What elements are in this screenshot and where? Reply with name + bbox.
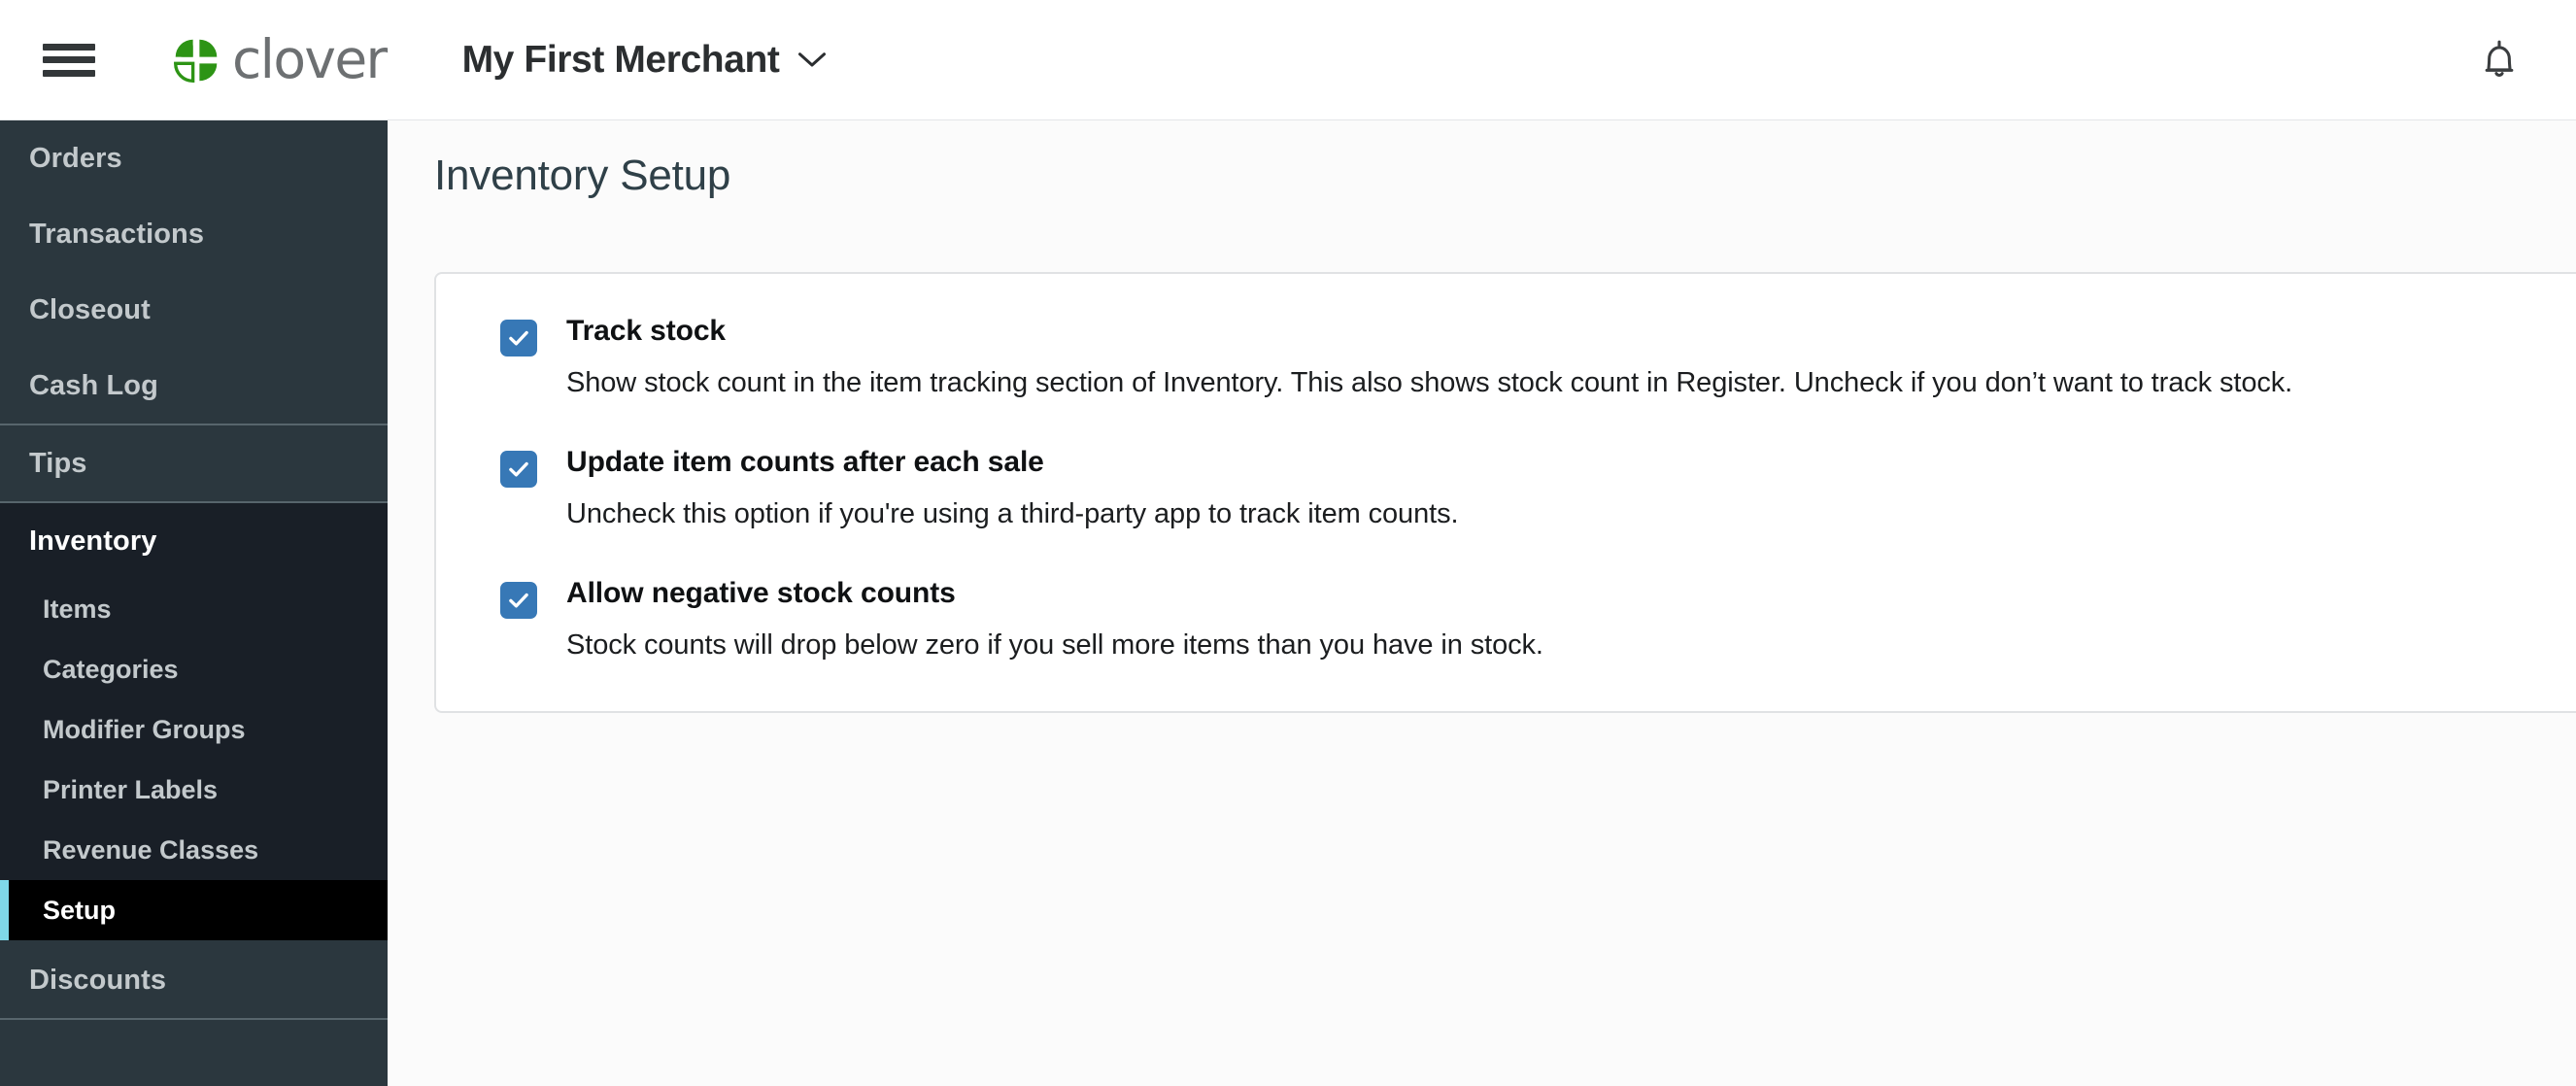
hamburger-menu-icon[interactable] — [43, 38, 99, 83]
hamburger-bar-2 — [43, 56, 95, 63]
sidebar-item-modifier-groups[interactable]: Modifier Groups — [0, 699, 388, 760]
sidebar-item-setup[interactable]: Setup — [0, 880, 388, 940]
sidebar-item-categories[interactable]: Categories — [0, 639, 388, 699]
sidebar-subitem-label: Revenue Classes — [43, 834, 259, 865]
checkmark-icon — [509, 330, 528, 346]
page-title: Inventory Setup — [434, 152, 731, 199]
setting-row-allow-negative-stock: Allow negative stock counts Stock counts… — [436, 575, 2576, 663]
sidebar-subitem-label: Printer Labels — [43, 774, 219, 804]
sidebar-item-label: Orders — [29, 142, 122, 174]
checkbox-update-item-counts[interactable] — [500, 451, 537, 489]
setting-row-track-stock: Track stock Show stock count in the item… — [436, 313, 2576, 401]
sidebar-item-cash-log[interactable]: Cash Log — [0, 348, 388, 424]
sidebar-subitem-label: Setup — [43, 895, 117, 925]
setting-text: Update item counts after each sale Unche… — [566, 444, 1459, 532]
sidebar-item-label: Inventory — [29, 525, 157, 557]
inventory-settings-card: Track stock Show stock count in the item… — [434, 272, 2576, 713]
setting-label: Update item counts after each sale — [566, 446, 1044, 479]
sidebar-subitem-label: Modifier Groups — [43, 714, 246, 744]
setting-description: Show stock count in the item tracking se… — [566, 366, 2293, 398]
merchant-name: My First Merchant — [461, 38, 780, 81]
sidebar-item-orders[interactable]: Orders — [0, 120, 388, 196]
sidebar-item-revenue-classes[interactable]: Revenue Classes — [0, 820, 388, 880]
sidebar-item-printer-labels[interactable]: Printer Labels — [0, 760, 388, 820]
merchant-switcher[interactable]: My First Merchant — [462, 39, 827, 82]
top-navigation-bar: clover My First Merchant — [0, 0, 2576, 120]
setting-text: Allow negative stock counts Stock counts… — [566, 575, 1543, 663]
checkbox-allow-negative-stock[interactable] — [500, 582, 537, 620]
setting-label: Track stock — [566, 315, 727, 347]
hamburger-bar-1 — [43, 43, 95, 51]
sidebar-group-inventory: Inventory Items Categories Modifier Grou… — [0, 503, 388, 942]
hamburger-bar-3 — [43, 69, 95, 77]
setting-row-update-item-counts: Update item counts after each sale Unche… — [436, 444, 2576, 532]
clover-brand-logo[interactable]: clover — [169, 28, 388, 90]
bell-icon[interactable] — [2473, 34, 2525, 86]
chevron-down-icon — [797, 51, 826, 66]
sidebar-item-label: Discounts — [29, 964, 167, 996]
bell-glyph — [2485, 40, 2514, 77]
setting-text: Track stock Show stock count in the item… — [566, 313, 2292, 401]
setting-description: Uncheck this option if you're using a th… — [566, 497, 1459, 529]
checkbox-track-stock[interactable] — [500, 320, 537, 356]
setting-label: Allow negative stock counts — [566, 577, 956, 610]
sidebar-group-tips: Tips — [0, 425, 388, 503]
sidebar-item-label: Closeout — [29, 293, 151, 325]
sidebar-subitem-label: Categories — [43, 654, 179, 684]
sidebar-item-inventory[interactable]: Inventory — [0, 503, 388, 579]
sidebar-group-primary: Orders Transactions Closeout Cash Log — [0, 120, 388, 425]
main-content-area: Inventory Setup Track stock Show stock c… — [388, 120, 2576, 1086]
clover-leaf-icon — [174, 39, 218, 83]
sidebar-item-label: Cash Log — [29, 369, 158, 401]
clover-wordmark: clover — [232, 28, 388, 90]
sidebar-item-transactions[interactable]: Transactions — [0, 196, 388, 272]
checkmark-icon — [509, 594, 528, 608]
checkmark-icon — [509, 461, 528, 477]
sidebar-item-tips[interactable]: Tips — [0, 425, 388, 501]
sidebar-item-closeout[interactable]: Closeout — [0, 272, 388, 348]
sidebar-subitem-label: Items — [43, 594, 112, 624]
sidebar-item-items[interactable]: Items — [0, 579, 388, 639]
sidebar-group-discounts: Discounts — [0, 942, 388, 1020]
sidebar-item-label: Transactions — [29, 218, 205, 250]
setting-description: Stock counts will drop below zero if you… — [566, 628, 1543, 661]
sidebar-item-discounts[interactable]: Discounts — [0, 942, 388, 1018]
main-sidebar: Orders Transactions Closeout Cash Log Ti… — [0, 120, 388, 1086]
sidebar-item-label: Tips — [29, 447, 87, 479]
